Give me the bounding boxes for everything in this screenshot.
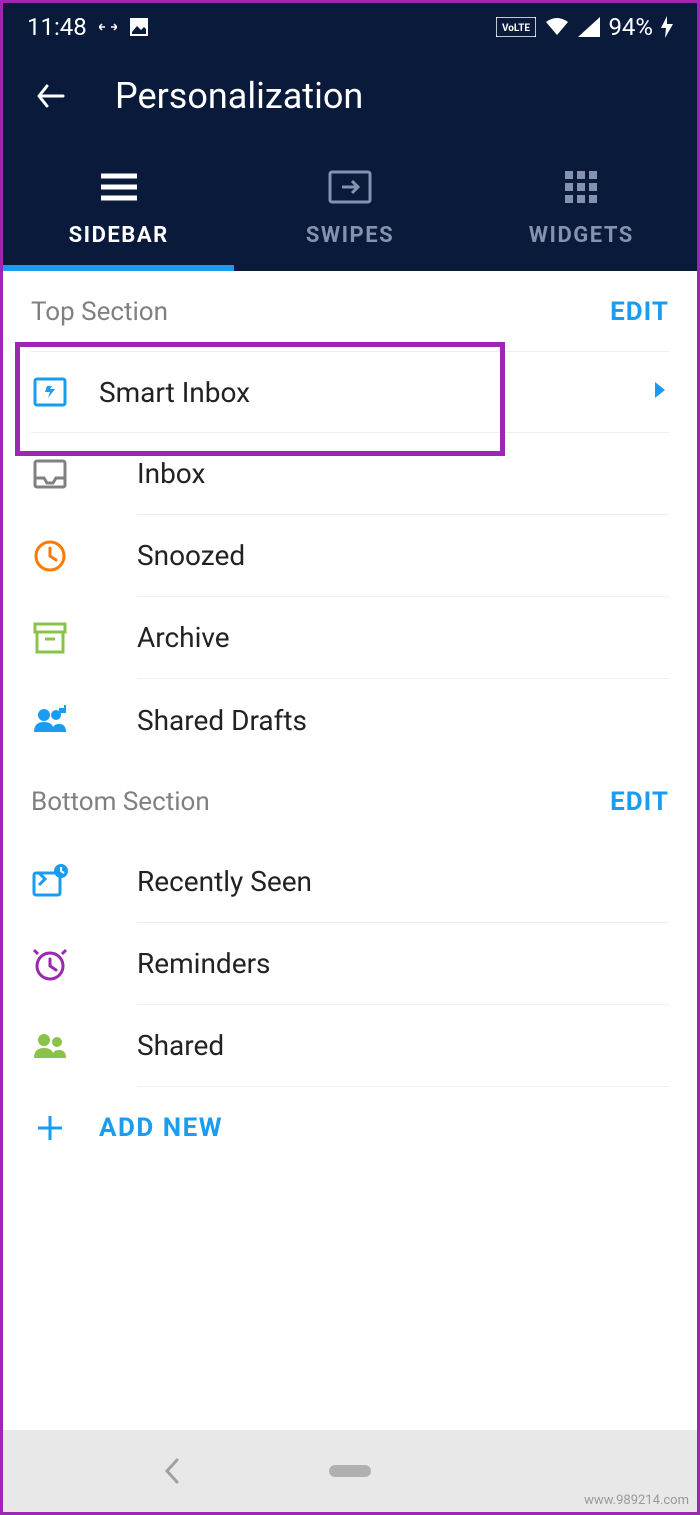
edit-top-button[interactable]: EDIT bbox=[610, 297, 669, 327]
tab-swipes[interactable]: SWIPES bbox=[234, 141, 465, 271]
item-label: Shared Drafts bbox=[137, 704, 669, 737]
list-item-recently-seen[interactable]: Recently Seen bbox=[31, 841, 669, 923]
add-new-button[interactable]: ADD NEW bbox=[31, 1087, 669, 1169]
item-label: Inbox bbox=[137, 457, 669, 490]
tab-label: WIDGETS bbox=[529, 223, 634, 248]
list-item-shared-drafts[interactable]: Shared Drafts bbox=[31, 679, 669, 761]
item-label: Archive bbox=[137, 621, 669, 654]
hamburger-icon bbox=[97, 165, 141, 209]
tab-widgets[interactable]: WIDGETS bbox=[466, 141, 697, 271]
watermark: www.989214.com bbox=[584, 1493, 689, 1508]
page-title: Personalization bbox=[115, 75, 363, 117]
gallery-indicator-icon bbox=[129, 17, 149, 37]
list-item-smart-inbox[interactable]: Smart Inbox bbox=[31, 351, 669, 433]
charging-icon bbox=[661, 16, 673, 38]
signal-icon bbox=[578, 17, 600, 37]
top-section-header: Top Section EDIT bbox=[31, 271, 669, 351]
plus-icon bbox=[31, 1109, 69, 1147]
list-item-inbox[interactable]: Inbox bbox=[31, 433, 669, 515]
app-indicator-icon bbox=[99, 21, 117, 33]
tab-indicator bbox=[3, 265, 234, 271]
nav-home-button[interactable] bbox=[320, 1441, 380, 1501]
clock-icon bbox=[31, 537, 69, 575]
list-item-archive[interactable]: Archive bbox=[31, 597, 669, 679]
volte-icon: VoLTE bbox=[496, 17, 536, 37]
back-button[interactable] bbox=[27, 72, 75, 120]
recently-seen-icon bbox=[31, 863, 69, 901]
list-item-reminders[interactable]: Reminders bbox=[31, 923, 669, 1005]
content: Top Section EDIT Smart Inbox Inbox Snooz… bbox=[3, 271, 697, 1169]
edit-bottom-button[interactable]: EDIT bbox=[610, 787, 669, 817]
shared-icon bbox=[31, 1027, 69, 1065]
shared-drafts-icon bbox=[31, 701, 69, 739]
archive-icon bbox=[31, 619, 69, 657]
inbox-icon bbox=[31, 455, 69, 493]
status-bar: 11:48 VoLTE 94% bbox=[3, 3, 697, 51]
wifi-icon bbox=[544, 17, 570, 37]
tab-sidebar[interactable]: SIDEBAR bbox=[3, 141, 234, 271]
grid-icon bbox=[559, 165, 603, 209]
swipe-icon bbox=[328, 165, 372, 209]
svg-text:VoLTE: VoLTE bbox=[502, 23, 530, 34]
chevron-right-icon bbox=[653, 380, 669, 404]
item-label: ADD NEW bbox=[99, 1113, 669, 1143]
nav-back-button[interactable] bbox=[142, 1441, 202, 1501]
battery-percentage: 94% bbox=[608, 13, 653, 41]
smart-inbox-icon bbox=[31, 373, 69, 411]
item-label: Snoozed bbox=[137, 539, 669, 572]
back-arrow-icon bbox=[33, 78, 69, 114]
tab-label: SWIPES bbox=[306, 223, 394, 248]
nav-recent-button[interactable] bbox=[498, 1441, 558, 1501]
list-item-shared[interactable]: Shared bbox=[31, 1005, 669, 1087]
item-label: Reminders bbox=[137, 947, 669, 980]
alarm-icon bbox=[31, 945, 69, 983]
bottom-section-header: Bottom Section EDIT bbox=[31, 761, 669, 841]
section-title: Bottom Section bbox=[31, 787, 210, 817]
tab-label: SIDEBAR bbox=[69, 223, 169, 248]
list-item-snoozed[interactable]: Snoozed bbox=[31, 515, 669, 597]
section-title: Top Section bbox=[31, 297, 168, 327]
item-label: Shared bbox=[137, 1029, 669, 1062]
tab-bar: SIDEBAR SWIPES WIDGETS bbox=[3, 141, 697, 271]
app-header: Personalization bbox=[3, 51, 697, 141]
status-time: 11:48 bbox=[27, 13, 87, 41]
item-label: Recently Seen bbox=[137, 865, 669, 898]
item-label: Smart Inbox bbox=[99, 376, 653, 409]
